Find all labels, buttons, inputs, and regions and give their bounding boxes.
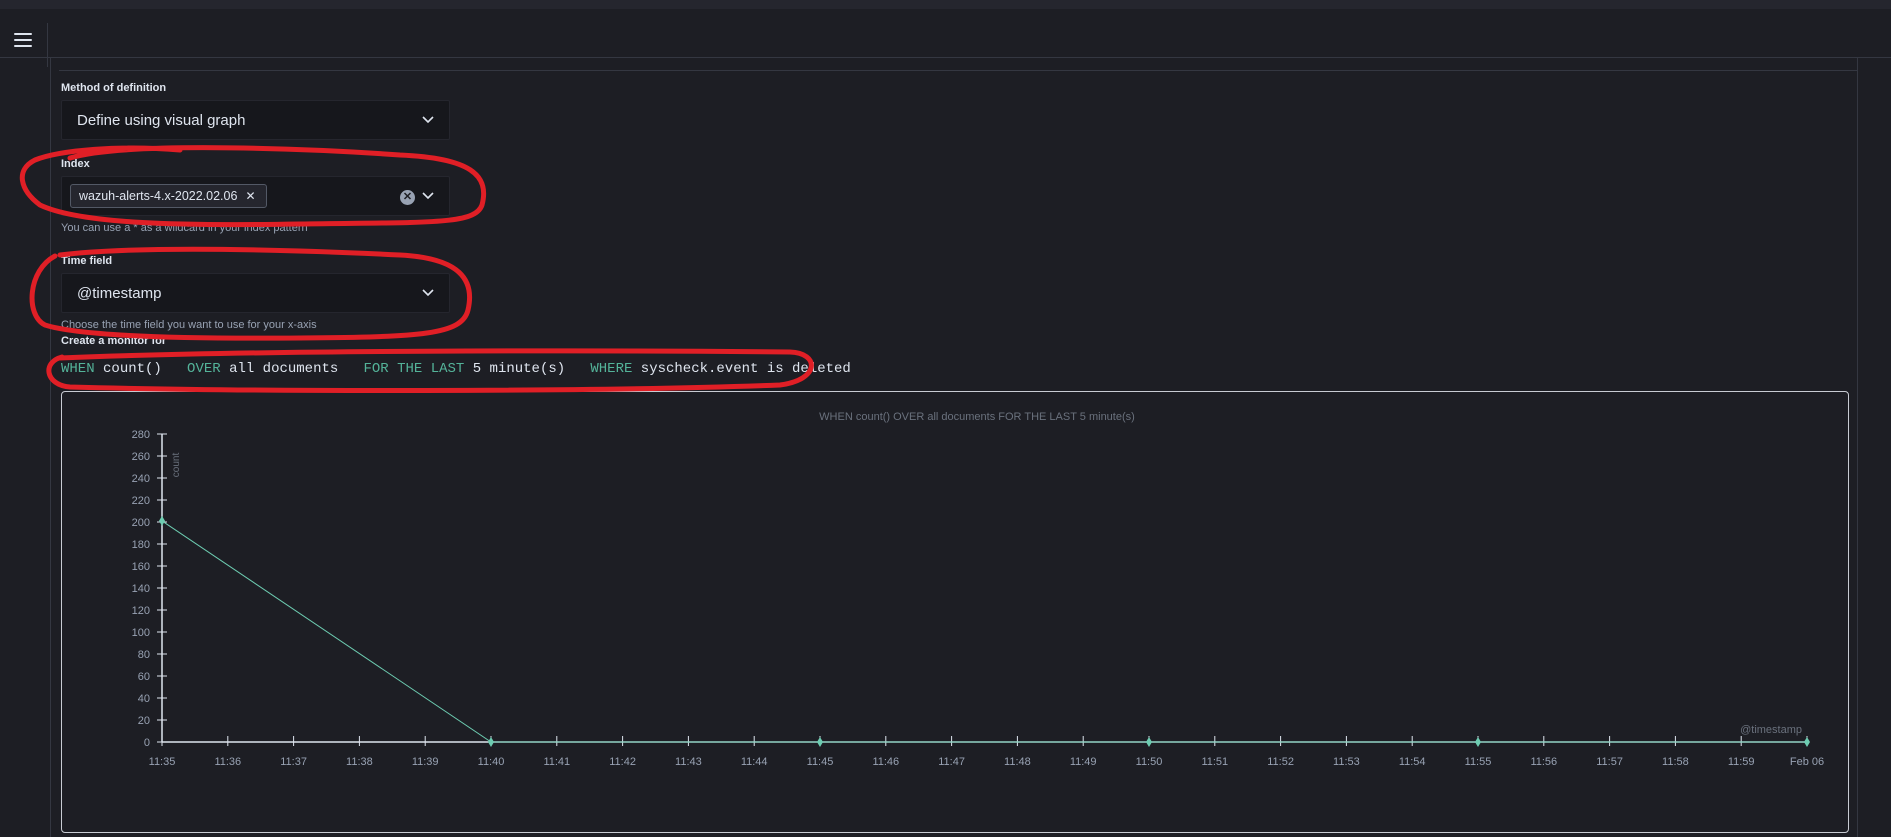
series-line <box>161 520 1807 743</box>
x-tick-label: 11:44 <box>741 756 768 768</box>
data-point <box>817 737 823 747</box>
x-tick-label: 11:48 <box>1004 756 1031 768</box>
y-tick-label: 100 <box>132 627 150 639</box>
panel-top-divider <box>59 70 1857 71</box>
expr-where-value[interactable]: syscheck.event is deleted <box>641 361 851 377</box>
time-field-value: @timestamp <box>77 285 162 302</box>
method-definition-value: Define using visual graph <box>77 112 246 129</box>
method-definition-select[interactable]: Define using visual graph <box>61 100 450 140</box>
chevron-down-icon <box>422 289 434 297</box>
top-header-bar <box>0 0 1891 67</box>
x-tick-label: 11:54 <box>1399 756 1426 768</box>
y-tick-label: 200 <box>132 517 150 529</box>
y-tick-label: 180 <box>132 539 150 551</box>
x-tick-label: 11:58 <box>1662 756 1689 768</box>
data-point <box>488 737 494 747</box>
y-axis-title: count <box>171 453 182 478</box>
x-tick-label: 11:53 <box>1333 756 1360 768</box>
expr-when-value[interactable]: count() <box>103 361 162 377</box>
x-tick-label: 11:50 <box>1136 756 1163 768</box>
data-point <box>1146 737 1152 747</box>
index-combobox[interactable]: wazuh-alerts-4.x-2022.02.06 ✕ ✕ <box>61 176 450 216</box>
x-tick-label: 11:41 <box>543 756 570 768</box>
x-axis-title: @timestamp <box>1740 724 1802 736</box>
y-tick-label: 120 <box>132 605 150 617</box>
index-help-text: You can use a * as a wildcard in your in… <box>61 222 308 234</box>
expr-when-keyword[interactable]: WHEN <box>61 361 95 377</box>
x-tick-label: 11:46 <box>872 756 899 768</box>
x-tick-label: 11:52 <box>1267 756 1294 768</box>
x-tick-label: 11:43 <box>675 756 702 768</box>
time-field-help-text: Choose the time field you want to use fo… <box>61 319 317 331</box>
y-tick-label: 160 <box>132 561 150 573</box>
method-definition-label: Method of definition <box>61 82 167 94</box>
x-tick-label: 11:40 <box>478 756 505 768</box>
x-tick-label: 11:55 <box>1465 756 1492 768</box>
index-label: Index <box>61 158 90 170</box>
index-pill[interactable]: wazuh-alerts-4.x-2022.02.06 ✕ <box>70 184 267 208</box>
data-point <box>159 515 165 526</box>
x-tick-label: 11:56 <box>1530 756 1557 768</box>
monitor-expression: WHEN count() OVER all documents FOR THE … <box>61 361 851 377</box>
x-tick-label: 11:45 <box>807 756 834 768</box>
chevron-down-icon <box>422 116 434 124</box>
y-tick-label: 0 <box>144 737 150 749</box>
pill-remove-icon[interactable]: ✕ <box>245 189 255 203</box>
expr-for-keyword[interactable]: FOR THE LAST <box>364 361 465 377</box>
x-tick-label: 11:36 <box>214 756 241 768</box>
x-tick-label: 11:39 <box>412 756 439 768</box>
y-tick-label: 40 <box>138 693 150 705</box>
chart-canvas: WHEN count() OVER all documents FOR THE … <box>132 411 1824 768</box>
y-tick-label: 60 <box>138 671 150 683</box>
expr-over-keyword[interactable]: OVER <box>187 361 221 377</box>
data-point <box>1804 737 1810 747</box>
y-tick-label: 240 <box>132 473 150 485</box>
y-tick-label: 140 <box>132 583 150 595</box>
data-point <box>1475 737 1481 747</box>
x-tick-label: 11:47 <box>938 756 965 768</box>
y-tick-label: 260 <box>132 451 150 463</box>
x-tick-label: 11:35 <box>149 756 176 768</box>
x-tick-label: 11:37 <box>280 756 307 768</box>
y-tick-label: 280 <box>132 429 150 441</box>
expr-for-value[interactable]: 5 minute(s) <box>473 361 565 377</box>
y-tick-label: 80 <box>138 649 150 661</box>
time-field-select[interactable]: @timestamp <box>61 273 450 313</box>
x-tick-label: 11:49 <box>1070 756 1097 768</box>
create-monitor-label: Create a monitor for <box>61 335 167 347</box>
clear-icon[interactable]: ✕ <box>400 190 415 205</box>
x-tick-label: 11:59 <box>1728 756 1755 768</box>
chevron-down-icon[interactable] <box>421 190 435 202</box>
expr-over-value[interactable]: all documents <box>229 361 338 377</box>
x-tick-label: 11:38 <box>346 756 373 768</box>
x-tick-label: 11:42 <box>609 756 636 768</box>
header-divider <box>47 23 48 67</box>
x-tick-label: Feb 06 <box>1790 756 1824 768</box>
hamburger-menu-icon[interactable] <box>14 33 32 47</box>
index-pill-label: wazuh-alerts-4.x-2022.02.06 <box>79 189 238 203</box>
chart-title: WHEN count() OVER all documents FOR THE … <box>819 411 1135 423</box>
expr-where-keyword[interactable]: WHERE <box>590 361 632 377</box>
x-tick-label: 11:51 <box>1201 756 1228 768</box>
y-tick-label: 20 <box>138 715 150 727</box>
x-tick-label: 11:57 <box>1596 756 1623 768</box>
query-chart: WHEN count() OVER all documents FOR THE … <box>61 391 1849 833</box>
y-tick-label: 220 <box>132 495 150 507</box>
time-field-label: Time field <box>61 255 113 267</box>
